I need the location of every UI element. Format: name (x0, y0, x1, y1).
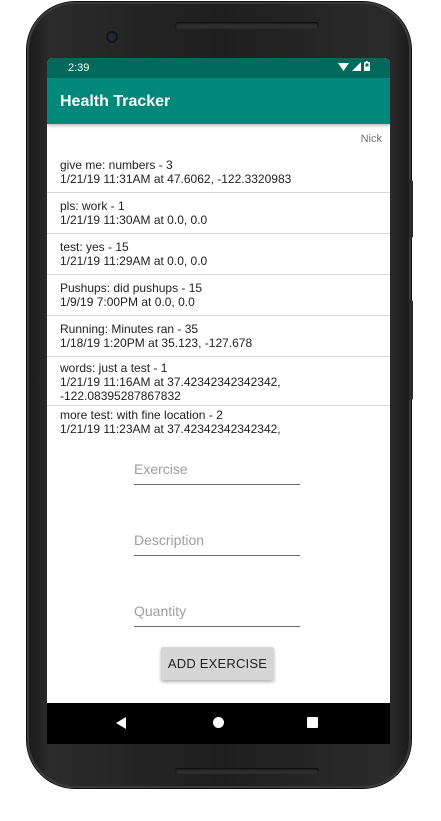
list-item[interactable]: pls: work - 1 1/21/19 11:30AM at 0.0, 0.… (47, 193, 390, 234)
entry-title: test: yes - 15 (60, 240, 129, 254)
screen: 2:39 Health Tracker Nick give me: number… (47, 58, 390, 744)
entry-detail: 1/9/19 7:00PM at 0.0, 0.0 (60, 295, 195, 309)
status-time: 2:39 (68, 62, 90, 74)
entry-title: Running: Minutes ran - 35 (60, 322, 199, 336)
list-item[interactable]: Running: Minutes ran - 35 1/18/19 1:20PM… (47, 316, 390, 357)
list-item[interactable]: words: just a test - 1 1/21/19 11:16AM a… (47, 357, 390, 406)
status-icons (338, 61, 370, 71)
battery-icon (364, 61, 370, 71)
status-bar: 2:39 (47, 58, 390, 78)
user-name: Nick (360, 133, 382, 145)
entry-detail: 1/21/19 11:23AM at 37.42342342342342, (60, 422, 281, 436)
earpiece-speaker (175, 22, 319, 29)
add-exercise-button[interactable]: ADD EXERCISE (161, 647, 274, 680)
entry-title: give me: numbers - 3 (60, 158, 173, 172)
entry-title: pls: work - 1 (60, 199, 125, 213)
list-item[interactable]: Pushups: did pushups - 15 1/9/19 7:00PM … (47, 275, 390, 316)
entry-title: words: just a test - 1 (60, 361, 168, 375)
entry-detail: 1/21/19 11:30AM at 0.0, 0.0 (60, 213, 208, 227)
exercise-list[interactable]: give me: numbers - 3 1/21/19 11:31AM at … (47, 152, 390, 442)
list-item[interactable]: more test: with fine location - 2 1/21/1… (47, 406, 390, 442)
entry-detail: 1/21/19 11:31AM at 47.6062, -122.3320983 (60, 172, 292, 186)
entry-title: Pushups: did pushups - 15 (60, 281, 203, 295)
signal-icon (352, 61, 361, 71)
list-item[interactable]: test: yes - 15 1/21/19 11:29AM at 0.0, 0… (47, 234, 390, 275)
navigation-bar (47, 703, 390, 744)
power-button[interactable] (409, 180, 413, 238)
entry-detail: 1/21/19 11:29AM at 0.0, 0.0 (60, 254, 208, 268)
front-camera-icon (108, 33, 116, 41)
app-bar: Health Tracker (47, 78, 390, 124)
volume-button[interactable] (409, 300, 413, 400)
list-item[interactable]: give me: numbers - 3 1/21/19 11:31AM at … (47, 152, 390, 193)
entry-detail: 1/18/19 1:20PM at 35.123, -127.678 (60, 336, 253, 350)
app-title: Health Tracker (60, 93, 171, 110)
exercise-field[interactable] (134, 454, 300, 485)
bottom-speaker (175, 768, 319, 774)
entry-detail: 1/21/19 11:16AM at 37.42342342342342, (60, 375, 281, 389)
quantity-field[interactable] (134, 596, 300, 627)
home-icon[interactable] (213, 717, 224, 728)
back-icon[interactable] (116, 717, 126, 729)
entry-detail-continued: -122.08395287867832 (60, 389, 181, 403)
recents-icon[interactable] (307, 717, 318, 728)
wifi-icon (338, 62, 349, 71)
entry-title: more test: with fine location - 2 (60, 408, 223, 422)
description-field[interactable] (134, 525, 300, 556)
